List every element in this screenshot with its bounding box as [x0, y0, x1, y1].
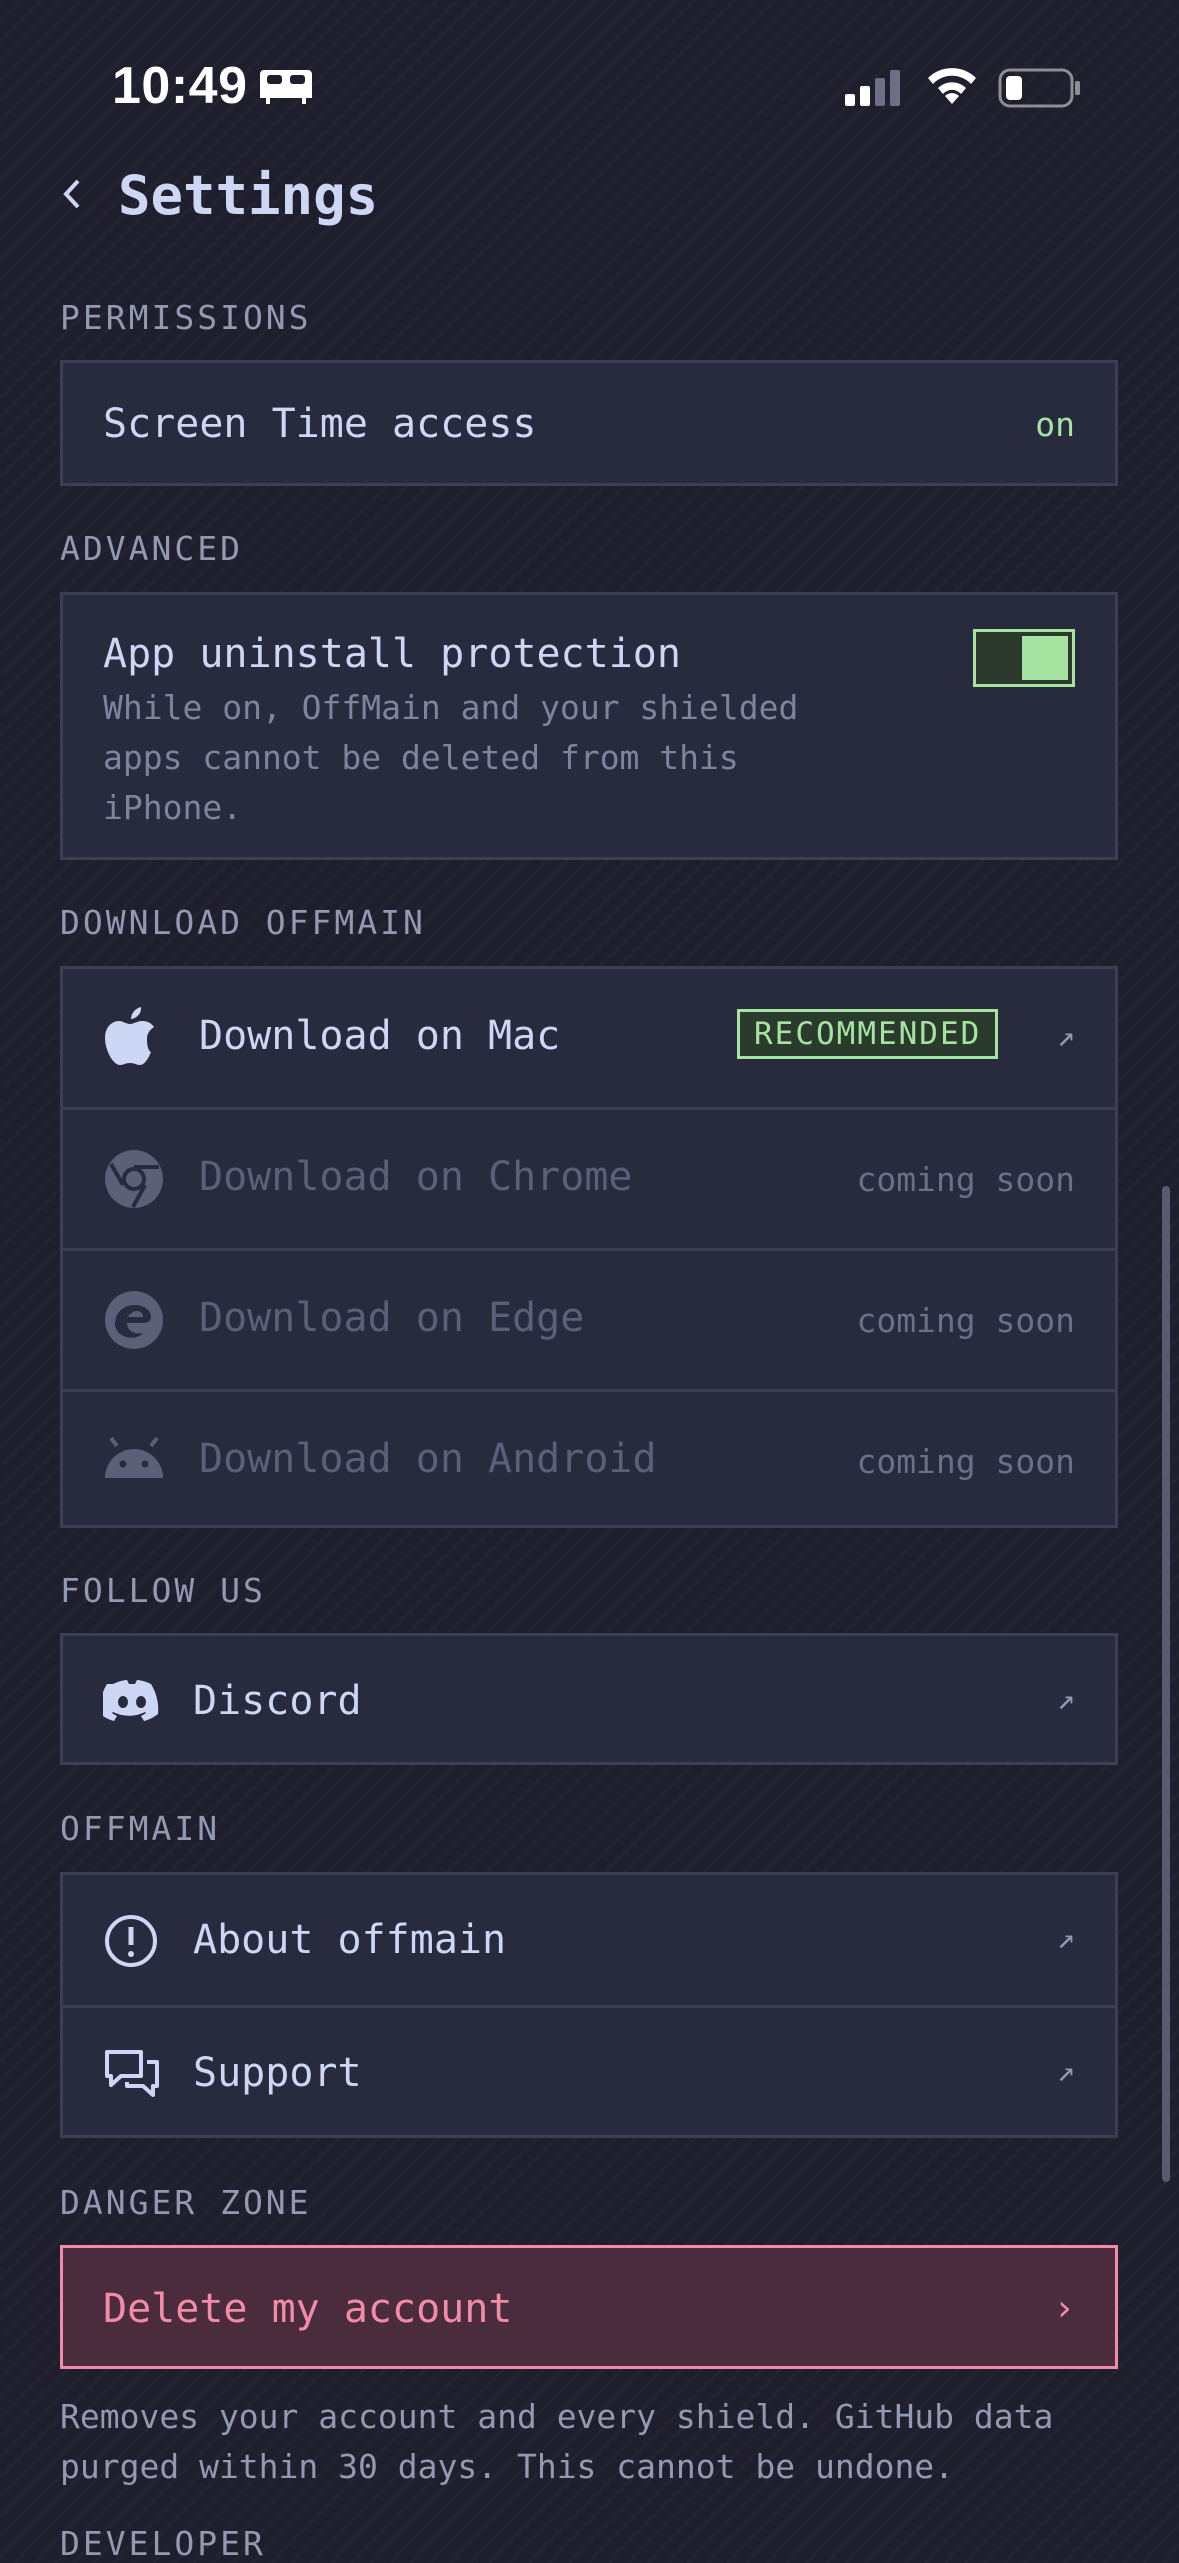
chat-bubbles-icon	[103, 2048, 161, 2104]
android-icon	[103, 1436, 165, 1484]
external-link-icon: ↗	[1056, 1682, 1075, 1717]
section-label-offmain: OFFMAIN	[60, 1809, 221, 1848]
download-card: Download on Mac RECOMMENDED ↗ Download o…	[60, 966, 1118, 1528]
discord-icon	[99, 1678, 161, 1726]
chevron-right-icon: ›	[1053, 2288, 1075, 2329]
page-title: Settings	[118, 164, 379, 227]
apple-icon	[103, 1005, 157, 1073]
screen-time-status: on	[1035, 405, 1075, 444]
recommended-badge: RECOMMENDED	[737, 1009, 999, 1059]
section-label-developer: DEVELOPER	[60, 2524, 266, 2563]
external-link-icon: ↗	[1056, 1921, 1075, 1956]
delete-account-note: Removes your account and every shield. G…	[60, 2397, 1054, 2486]
uninstall-protection-toggle[interactable]	[973, 629, 1075, 687]
edge-icon	[103, 1289, 165, 1355]
status-time: 10:49	[112, 57, 248, 115]
support-row[interactable]: Support ↗	[63, 2008, 1115, 2138]
battery-icon	[998, 66, 1082, 114]
wifi-icon	[925, 64, 979, 112]
toggle-knob	[1022, 636, 1068, 680]
about-label: About offmain	[193, 1917, 507, 1963]
coming-soon-chrome: coming soon	[856, 1160, 1075, 1199]
download-mac-row[interactable]: Download on Mac RECOMMENDED ↗	[63, 969, 1115, 1107]
uninstall-protection-card: App uninstall protection While on, OffMa…	[60, 592, 1118, 860]
download-android-label: Download on Android	[199, 1436, 657, 1482]
screen-time-row[interactable]: Screen Time access on	[60, 360, 1118, 486]
cellular-signal-icon	[845, 68, 905, 112]
support-label: Support	[193, 2050, 362, 2096]
download-chrome-label: Download on Chrome	[199, 1154, 633, 1200]
download-android-row: Download on Android coming soon	[63, 1392, 1115, 1528]
bed-icon	[258, 66, 314, 110]
delete-account-label: Delete my account	[103, 2286, 513, 2332]
section-label-download: DOWNLOAD OFFMAIN	[60, 903, 426, 942]
back-button[interactable]	[62, 172, 82, 221]
section-label-advanced: ADVANCED	[60, 529, 243, 568]
download-edge-row: Download on Edge coming soon	[63, 1251, 1115, 1389]
offmain-card: About offmain ↗ Support ↗	[60, 1872, 1118, 2138]
section-label-permissions: PERMISSIONS	[60, 298, 312, 337]
coming-soon-edge: coming soon	[856, 1301, 1075, 1340]
section-label-follow-us: FOLLOW US	[60, 1571, 266, 1610]
download-mac-label: Download on Mac	[199, 1013, 561, 1059]
coming-soon-android: coming soon	[856, 1442, 1075, 1481]
scrollbar[interactable]	[1162, 1186, 1170, 2182]
chrome-icon	[103, 1148, 165, 1214]
info-circle-icon	[103, 1913, 159, 1973]
discord-row[interactable]: Discord ↗	[60, 1633, 1118, 1765]
download-chrome-row: Download on Chrome coming soon	[63, 1110, 1115, 1248]
section-label-danger-zone: DANGER ZONE	[60, 2183, 312, 2222]
about-row[interactable]: About offmain ↗	[63, 1875, 1115, 2005]
screen-time-label: Screen Time access	[103, 401, 537, 447]
delete-account-button[interactable]: Delete my account ›	[60, 2245, 1118, 2369]
download-edge-label: Download on Edge	[199, 1295, 585, 1341]
external-link-icon: ↗	[1056, 1019, 1075, 1054]
discord-label: Discord	[193, 1678, 362, 1724]
uninstall-protection-title: App uninstall protection	[103, 631, 681, 677]
chevron-left-icon	[63, 179, 80, 209]
uninstall-protection-description: While on, OffMain and your shielded apps…	[103, 688, 799, 827]
external-link-icon: ↗	[1056, 2054, 1075, 2089]
